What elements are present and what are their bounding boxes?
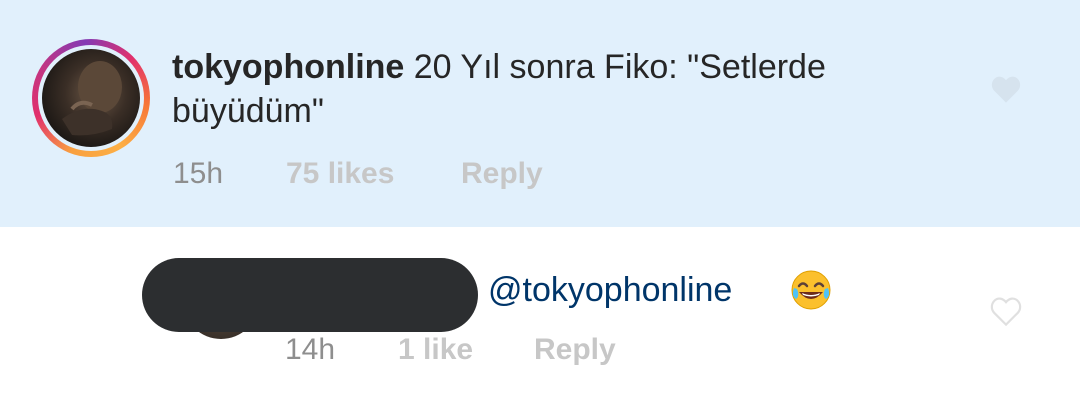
reply-like-heart-icon[interactable] xyxy=(989,296,1023,326)
redacted-username xyxy=(142,258,478,332)
highlighted-comment: tokyophonline 20 Yıl sonra Fiko: "Setler… xyxy=(0,0,1080,227)
reply-reply-button[interactable]: Reply xyxy=(534,333,616,367)
reply-time: 14h xyxy=(285,333,336,366)
tears-of-joy-emoji-icon xyxy=(791,270,831,310)
like-heart-icon[interactable] xyxy=(989,74,1023,104)
reply-likes[interactable]: 1 like xyxy=(398,333,473,367)
reply-mention[interactable]: @tokyophonline xyxy=(488,268,732,312)
comment-likes[interactable]: 75 likes xyxy=(286,157,394,191)
comment-username[interactable]: tokyophonline xyxy=(172,48,404,86)
reply-button[interactable]: Reply xyxy=(461,157,543,191)
comment-text: tokyophonline 20 Yıl sonra Fiko: "Setler… xyxy=(172,45,952,133)
comment-time: 15h xyxy=(173,157,224,190)
avatar[interactable] xyxy=(42,49,140,147)
